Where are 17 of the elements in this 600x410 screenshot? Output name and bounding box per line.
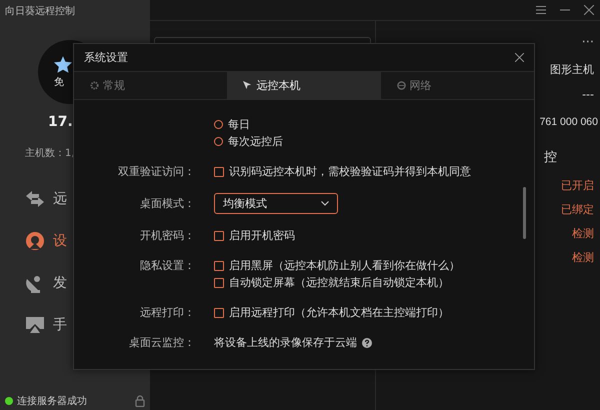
device-info: 图形主机 <box>550 62 594 78</box>
app-title: 向日葵远程控制 <box>4 4 76 19</box>
setting-label: 桌面云监控： <box>129 336 195 349</box>
dialog-title: 系统设置 <box>84 50 128 65</box>
setting-description: 将设备上线的录像保存于云端 <box>214 335 357 351</box>
device-info: 控 <box>544 149 557 167</box>
setting-label: 桌面模式： <box>140 197 195 210</box>
connection-status: 连接服务器成功 <box>17 394 87 408</box>
device-info: 761 000 060 <box>540 115 598 130</box>
membership-label: 免 <box>54 76 64 88</box>
host-count: 主机数：1, <box>25 146 76 160</box>
device-info: --- <box>582 87 594 103</box>
setting-label: 隐私设置： <box>140 259 195 272</box>
setting-label: 开机密码： <box>140 229 195 242</box>
account-name: 17. <box>48 114 74 130</box>
setting-label: 双重验证访问： <box>118 165 195 178</box>
setting-label: 远程打印： <box>140 306 195 319</box>
